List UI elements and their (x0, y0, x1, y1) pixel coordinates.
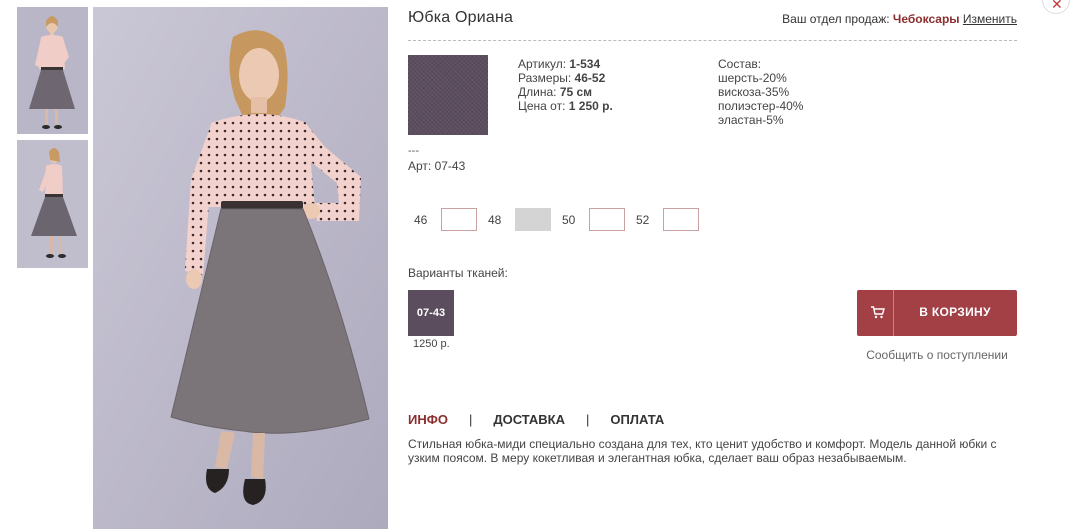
composition-item: шерсть-20% (718, 71, 787, 85)
variant-code: 07-43 (416, 307, 446, 319)
size-52-quantity-input[interactable] (663, 208, 699, 231)
region-label: Ваш отдел продаж: (782, 12, 890, 26)
model-front-image (17, 7, 88, 134)
composition-label: Состав: (718, 57, 762, 71)
composition: Состав: шерсть-20% вискоза-35% полиэстер… (718, 57, 803, 127)
product-specs: Артикул: 1-534 Размеры: 46-52 Длина: 75 … (518, 57, 613, 113)
spec-sizes: Размеры: 46-52 (518, 71, 606, 85)
divider (408, 40, 1017, 41)
tab-separator: | (586, 412, 590, 427)
size-label: 48 (488, 212, 502, 227)
cart-icon (871, 306, 885, 319)
thumbnail-1[interactable] (17, 7, 88, 134)
variants-label: Варианты тканей: (408, 266, 508, 280)
main-product-photo (93, 7, 388, 529)
tab-delivery[interactable]: ДОСТАВКА (493, 412, 565, 427)
thumbnail-2[interactable] (17, 140, 88, 268)
change-region-link[interactable]: Изменить (963, 12, 1017, 26)
info-tabs: ИНФО | ДОСТАВКА | ОПЛАТА (408, 412, 664, 427)
notify-availability-link[interactable]: Сообщить о поступлении (857, 348, 1017, 362)
add-to-cart-label: В КОРЗИНУ (919, 305, 991, 319)
size-46-quantity-input[interactable] (441, 208, 477, 231)
region-city: Чебоксары (892, 12, 960, 26)
tab-payment[interactable]: ОПЛАТА (610, 412, 664, 427)
size-selector: 46 48 50 52 (414, 208, 710, 231)
product-title: Юбка Ориана (408, 9, 514, 26)
composition-item: полиэстер-40% (718, 99, 804, 113)
model-side-image (17, 140, 88, 268)
size-label: 52 (636, 212, 650, 227)
tab-separator: | (468, 412, 473, 427)
spec-article: Артикул: 1-534 (518, 57, 601, 71)
composition-item: эластан-5% (718, 113, 784, 127)
fabric-art: Арт: 07-43 (408, 159, 466, 173)
size-48-quantity-input (515, 208, 551, 231)
sales-region: Ваш отдел продаж: Чебоксары Изменить (782, 12, 1017, 26)
size-label: 50 (562, 212, 576, 227)
add-to-cart-button[interactable]: В КОРЗИНУ (857, 290, 1017, 336)
variant-swatch[interactable]: 07-43 (408, 290, 454, 336)
fabric-dashes: --- (408, 145, 419, 157)
model-main-image (93, 7, 388, 529)
close-icon: ✕ (1051, 0, 1063, 12)
variant-price: 1250 р. (413, 338, 450, 350)
tab-info[interactable]: ИНФО (408, 412, 448, 427)
size-50-quantity-input[interactable] (589, 208, 625, 231)
close-button[interactable]: ✕ (1042, 0, 1070, 14)
composition-item: вискоза-35% (718, 85, 790, 99)
size-label: 46 (414, 212, 428, 227)
fabric-swatch-image (408, 55, 488, 135)
product-description: Стильная юбка-миди специально создана дл… (408, 437, 997, 465)
spec-price: Цена от: 1 250 р. (518, 99, 613, 113)
spec-length: Длина: 75 см (518, 85, 593, 99)
